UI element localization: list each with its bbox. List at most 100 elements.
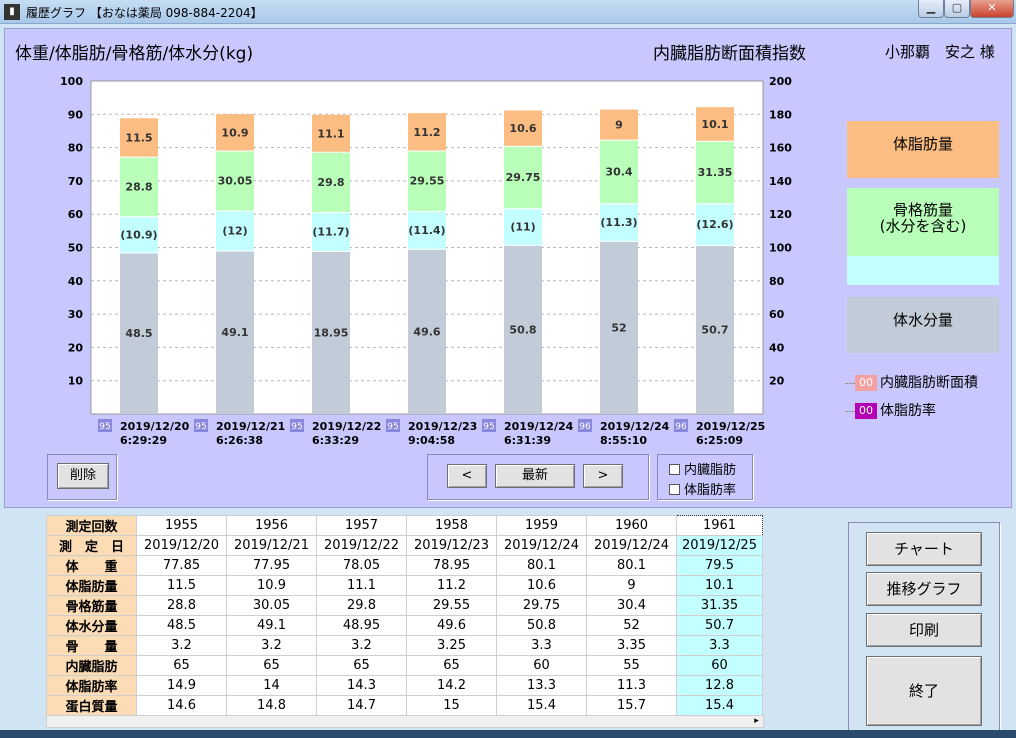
table-cell[interactable]: 2019/12/24: [496, 535, 587, 556]
y2-tick-label: 200: [769, 75, 792, 88]
table-cell[interactable]: 65: [136, 655, 227, 676]
table-cell[interactable]: 3.3: [676, 635, 763, 656]
bodyfat-swatch: 00: [855, 403, 877, 419]
table-cell[interactable]: 52: [586, 615, 677, 636]
table-cell[interactable]: 1955: [136, 515, 227, 536]
table-cell[interactable]: 14.9: [136, 675, 227, 696]
next-button[interactable]: >: [583, 464, 623, 488]
table-cell[interactable]: 80.1: [496, 555, 587, 576]
table-cell[interactable]: 77.85: [136, 555, 227, 576]
table-cell[interactable]: 14.2: [406, 675, 497, 696]
table-cell[interactable]: 12.8: [676, 675, 763, 696]
x-badge-label: 95: [483, 422, 494, 432]
table-cell[interactable]: 11.3: [586, 675, 677, 696]
table-cell[interactable]: 15.4: [676, 695, 763, 716]
table-cell[interactable]: 11.5: [136, 575, 227, 596]
table-cell[interactable]: 1957: [316, 515, 407, 536]
table-cell[interactable]: 48.5: [136, 615, 227, 636]
table-cell[interactable]: 11.2: [406, 575, 497, 596]
table-cell[interactable]: 1960: [586, 515, 677, 536]
table-cell[interactable]: 65: [226, 655, 317, 676]
table-cell[interactable]: 10.9: [226, 575, 317, 596]
y-tick-label: 80: [68, 142, 84, 155]
table-cell[interactable]: 29.75: [496, 595, 587, 616]
table-cell[interactable]: 9: [586, 575, 677, 596]
trend-graph-button[interactable]: 推移グラフ: [866, 572, 982, 606]
table-cell[interactable]: 15: [406, 695, 497, 716]
prev-button[interactable]: <: [447, 464, 487, 488]
chart-button[interactable]: チャート: [866, 532, 982, 566]
table-cell[interactable]: 3.35: [586, 635, 677, 656]
table-cell[interactable]: 2019/12/22: [316, 535, 407, 556]
table-cell[interactable]: 65: [316, 655, 407, 676]
y-tick-label: 50: [68, 242, 84, 255]
table-cell[interactable]: 3.25: [406, 635, 497, 656]
table-cell[interactable]: 1961: [676, 515, 763, 536]
table-cell[interactable]: 14.6: [136, 695, 227, 716]
table-cell[interactable]: 78.05: [316, 555, 407, 576]
exit-button[interactable]: 終了: [866, 656, 982, 726]
table-cell[interactable]: 50.7: [676, 615, 763, 636]
x-tick-label-date: 2019/12/22: [312, 420, 381, 433]
table-cell[interactable]: 60: [676, 655, 763, 676]
table-cell[interactable]: 15.7: [586, 695, 677, 716]
table-cell[interactable]: 80.1: [586, 555, 677, 576]
table-cell[interactable]: 1959: [496, 515, 587, 536]
close-button[interactable]: ✕: [970, 0, 1014, 18]
legend-muscle: 骨格筋量 (水分を含む): [847, 188, 999, 256]
table-cell[interactable]: 14: [226, 675, 317, 696]
table-cell[interactable]: 78.95: [406, 555, 497, 576]
table-cell[interactable]: 29.55: [406, 595, 497, 616]
table-cell[interactable]: 14.7: [316, 695, 407, 716]
table-cell[interactable]: 31.35: [676, 595, 763, 616]
table-cell[interactable]: 2019/12/23: [406, 535, 497, 556]
table-cell[interactable]: 1956: [226, 515, 317, 536]
table-cell[interactable]: 10.1: [676, 575, 763, 596]
table-cell[interactable]: 2019/12/25: [676, 535, 763, 556]
table-cell[interactable]: 3.2: [226, 635, 317, 656]
horizontal-scrollbar[interactable]: ▸: [46, 715, 764, 728]
table-cell[interactable]: 65: [406, 655, 497, 676]
bar-value-label: (12.6): [696, 218, 733, 231]
bodyfat-checkbox[interactable]: 体脂肪率: [669, 479, 736, 498]
y2-tick-label: 160: [769, 142, 792, 155]
table-cell[interactable]: 3.2: [316, 635, 407, 656]
table-cell[interactable]: 30.05: [226, 595, 317, 616]
delete-button[interactable]: 削除: [57, 463, 109, 489]
table-cell[interactable]: 1958: [406, 515, 497, 536]
table-cell[interactable]: 11.1: [316, 575, 407, 596]
table-cell[interactable]: 29.8: [316, 595, 407, 616]
y-tick-label: 30: [68, 308, 84, 321]
table-cell[interactable]: 49.6: [406, 615, 497, 636]
row-header: 骨 量: [46, 635, 137, 656]
table-cell[interactable]: 2019/12/21: [226, 535, 317, 556]
table-cell[interactable]: 60: [496, 655, 587, 676]
table-cell[interactable]: 49.1: [226, 615, 317, 636]
table-cell[interactable]: 15.4: [496, 695, 587, 716]
table-row: 内臓脂肪 65 65 65 65 60 55 60: [46, 655, 763, 676]
table-cell[interactable]: 14.8: [226, 695, 317, 716]
table-cell[interactable]: 2019/12/20: [136, 535, 227, 556]
table-cell[interactable]: 14.3: [316, 675, 407, 696]
latest-button[interactable]: 最新: [495, 464, 575, 488]
table-cell[interactable]: 79.5: [676, 555, 763, 576]
table-cell[interactable]: 3.2: [136, 635, 227, 656]
visceral-checkbox[interactable]: 内臓脂肪: [669, 459, 736, 478]
table-cell[interactable]: 55: [586, 655, 677, 676]
maximize-button[interactable]: ▢: [944, 0, 970, 18]
measurement-table: 測定回数 1955 1956 1957 1958 1959 1960 1961 測 定 日 201…: [46, 515, 763, 716]
table-row: 骨 量 3.2 3.2 3.2 3.25 3.3 3.35 3.3: [46, 635, 763, 656]
table-cell[interactable]: 50.8: [496, 615, 587, 636]
table-cell[interactable]: 10.6: [496, 575, 587, 596]
table-cell[interactable]: 28.8: [136, 595, 227, 616]
table-cell[interactable]: 30.4: [586, 595, 677, 616]
scroll-right-icon[interactable]: ▸: [750, 716, 763, 727]
table-cell[interactable]: 2019/12/24: [586, 535, 677, 556]
table-cell[interactable]: 3.3: [496, 635, 587, 656]
table-cell[interactable]: 48.95: [316, 615, 407, 636]
table-cell[interactable]: 13.3: [496, 675, 587, 696]
print-button[interactable]: 印刷: [866, 613, 982, 647]
table-cell[interactable]: 77.95: [226, 555, 317, 576]
minimize-button[interactable]: ▁: [918, 0, 944, 18]
bar-value-label: (11.7): [312, 226, 349, 239]
